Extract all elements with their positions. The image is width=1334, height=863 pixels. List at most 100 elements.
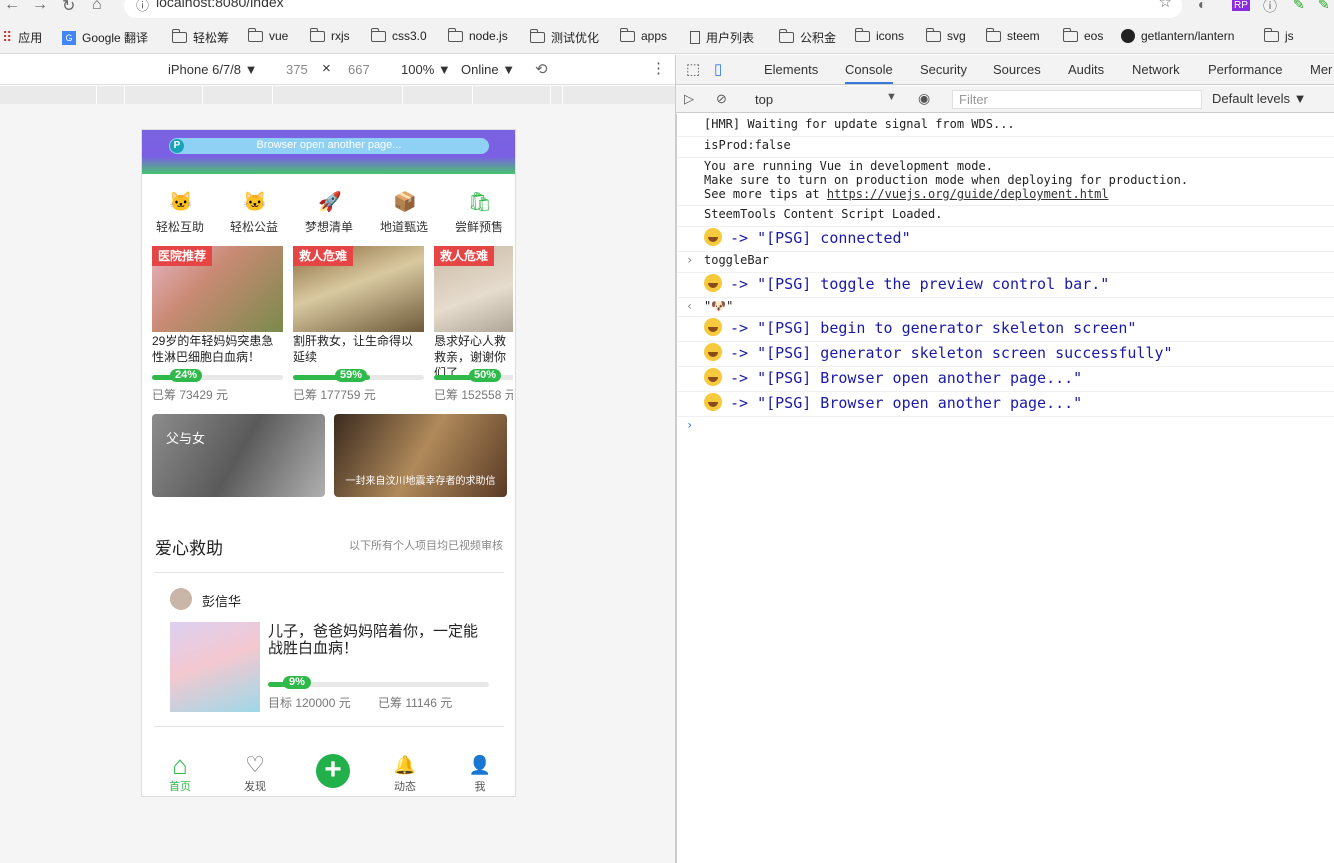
translate-icon: G <box>62 30 76 45</box>
bookmark-google-translate[interactable]: G Google 翻译 <box>62 29 148 46</box>
console-log-psg: -> "[PSG] generator skeleton screen succ… <box>677 343 1334 367</box>
tab-console[interactable]: Console <box>845 62 893 84</box>
tab-memory[interactable]: Mer <box>1310 62 1332 77</box>
banner-pill[interactable]: P Browser open another page... <box>169 138 489 154</box>
sidebar-toggle-icon[interactable]: ▷ <box>684 91 694 107</box>
console-log-toggle[interactable]: › toggleBar <box>677 253 1334 273</box>
user-icon: 👤 <box>468 755 492 775</box>
card-percent: 24% <box>170 369 203 382</box>
card-raised: 已筹 177759 元 <box>293 388 376 402</box>
category-mutual-aid[interactable]: 🐱 轻松互助 <box>150 192 210 235</box>
bookmark-folder[interactable]: vue <box>247 27 288 43</box>
card-percent: 59% <box>335 369 368 382</box>
device-mode-icon[interactable]: ▯ <box>714 60 722 78</box>
tab-audits[interactable]: Audits <box>1068 62 1104 77</box>
info-icon[interactable]: ⓘ <box>136 0 149 14</box>
section-title: 爱心救助 <box>155 539 223 558</box>
bookmark-folder[interactable]: apps <box>619 27 667 43</box>
zoom-select[interactable]: 100% ▼ <box>401 62 451 77</box>
eye-icon[interactable]: ◉ <box>918 90 930 107</box>
device-toolbar: iPhone 6/7/8 ▼ 375 × 667 100% ▼ Online ▼… <box>0 55 675 85</box>
bookmark-folder[interactable]: icons <box>854 27 904 43</box>
bookmark-page[interactable]: 用户列表 <box>690 29 754 46</box>
context-dropdown-icon[interactable]: ▼ <box>886 91 897 103</box>
star-icon[interactable]: ☆ <box>1159 0 1172 11</box>
network-select[interactable]: Online ▼ <box>461 62 515 77</box>
bookmark-folder[interactable]: 公积金 <box>778 29 836 46</box>
cat-face-red-icon: 🐱 <box>243 192 267 213</box>
project-card[interactable]: 医院推荐 29岁的年轻妈妈突患急性淋巴细胞白血病！ 24% 已筹 73429 元 <box>152 246 283 406</box>
inspect-icon[interactable]: ⬚ <box>686 60 700 78</box>
clear-console-icon[interactable]: ⊘ <box>716 91 727 107</box>
tab-discover[interactable]: ♡ 发现 <box>230 752 280 794</box>
tab-activity[interactable]: 🔔 动态 <box>380 752 430 794</box>
poster-father-daughter[interactable]: 父与女 <box>152 414 325 497</box>
tab-network[interactable]: Network <box>1132 62 1180 77</box>
smile-emoji-icon <box>704 343 722 361</box>
card-tag: 医院推荐 <box>152 246 213 266</box>
category-presale[interactable]: 🛍 尝鲜预售 <box>449 192 509 235</box>
bookmark-github[interactable]: getlantern/lantern <box>1121 29 1234 43</box>
project-goal: 目标 120000 元 <box>268 696 351 710</box>
tab-me[interactable]: 👤 我 <box>455 752 505 794</box>
reload-icon[interactable]: ↻ <box>62 0 75 16</box>
back-icon[interactable]: ← <box>4 0 20 14</box>
poster-wenchuan-letter[interactable]: 一封来自汶川地震幸存者的求助信 <box>334 414 507 497</box>
cat-face-icon: 🐱 <box>169 192 193 213</box>
console-filter-input[interactable]: Filter <box>952 90 1202 109</box>
tab-security[interactable]: Security <box>920 62 967 77</box>
poster-caption: 父与女 <box>166 431 206 446</box>
project-card[interactable]: 救人危难 恳求好心人救救亲，谢谢你们了 50% 已筹 152558 元 <box>434 246 513 406</box>
folder-icon <box>1263 27 1279 42</box>
cup-icon: 🛍 <box>468 192 493 213</box>
project-card[interactable]: 救人危难 割肝救女，让生命得以延续 59% 已筹 177759 元 <box>293 246 424 406</box>
rotate-icon[interactable]: ⟲ <box>535 60 548 78</box>
project-title[interactable]: 儿子，爸爸妈妈陪着你，一定能战胜白血病！ <box>268 623 483 657</box>
project-image[interactable] <box>170 622 260 712</box>
console-log-result: ‹ "🐶" <box>677 299 1334 317</box>
avatar[interactable] <box>170 588 192 610</box>
rp-extension-icon[interactable]: RP <box>1232 0 1250 11</box>
green-extension-icon[interactable]: ✎ <box>1293 0 1305 13</box>
context-select[interactable]: top <box>755 92 773 107</box>
project-username[interactable]: 彭信华 <box>202 591 241 610</box>
tab-performance[interactable]: Performance <box>1208 62 1282 77</box>
bookmark-folder[interactable]: 测试优化 <box>529 29 599 46</box>
address-field[interactable]: ⓘ localhost:8080/index ☆ <box>124 0 1182 18</box>
divider <box>154 572 504 573</box>
bookmark-folder[interactable]: rxjs <box>309 27 350 43</box>
vue-deployment-link[interactable]: https://vuejs.org/guide/deployment.html <box>827 187 1109 201</box>
more-menu-icon[interactable]: ⋮ <box>651 59 666 77</box>
category-selection[interactable]: 📦 地道甄选 <box>374 192 434 235</box>
width-input[interactable]: 375 <box>286 62 308 77</box>
bookmark-folder[interactable]: svg <box>925 27 966 43</box>
bookmark-folder[interactable]: js <box>1263 27 1294 43</box>
console-prompt[interactable]: › <box>677 418 1334 438</box>
bookmark-folder[interactable]: eos <box>1062 27 1103 43</box>
card-tag: 救人危难 <box>293 246 354 266</box>
green-extension-icon-2[interactable]: ✎ <box>1318 0 1330 13</box>
height-input[interactable]: 667 <box>348 62 370 77</box>
folder-icon <box>1062 27 1078 42</box>
bookmark-folder[interactable]: css3.0 <box>370 27 427 43</box>
tab-elements[interactable]: Elements <box>764 62 818 77</box>
category-dream-list[interactable]: 🚀 梦想清单 <box>299 192 359 235</box>
tab-publish[interactable]: +发起 <box>305 754 355 788</box>
log-levels-select[interactable]: Default levels ▼ <box>1212 91 1307 106</box>
device-select[interactable]: iPhone 6/7/8 ▼ <box>168 62 257 77</box>
home-nav-icon[interactable]: ⌂ <box>92 0 102 14</box>
bookmark-folder[interactable]: 轻松筹 <box>171 29 229 46</box>
forward-icon[interactable]: → <box>32 0 48 14</box>
tab-sources[interactable]: Sources <box>993 62 1041 77</box>
info-extension-icon[interactable]: ⓘ <box>1263 0 1277 16</box>
category-charity[interactable]: 🐱 轻松公益 <box>224 192 284 235</box>
bookmark-apps[interactable]: ⠿ 应用 <box>2 29 42 46</box>
extension-icon[interactable]: ◐ <box>1198 0 1206 12</box>
media-query-ruler[interactable] <box>0 86 675 104</box>
bookmark-folder[interactable]: node.js <box>447 27 508 43</box>
tab-home[interactable]: ⌂ 首页 <box>155 752 205 794</box>
home-icon: ⌂ <box>172 750 188 780</box>
smile-emoji-icon <box>704 368 722 386</box>
folder-icon <box>529 29 545 43</box>
bookmark-folder[interactable]: steem <box>985 27 1040 43</box>
